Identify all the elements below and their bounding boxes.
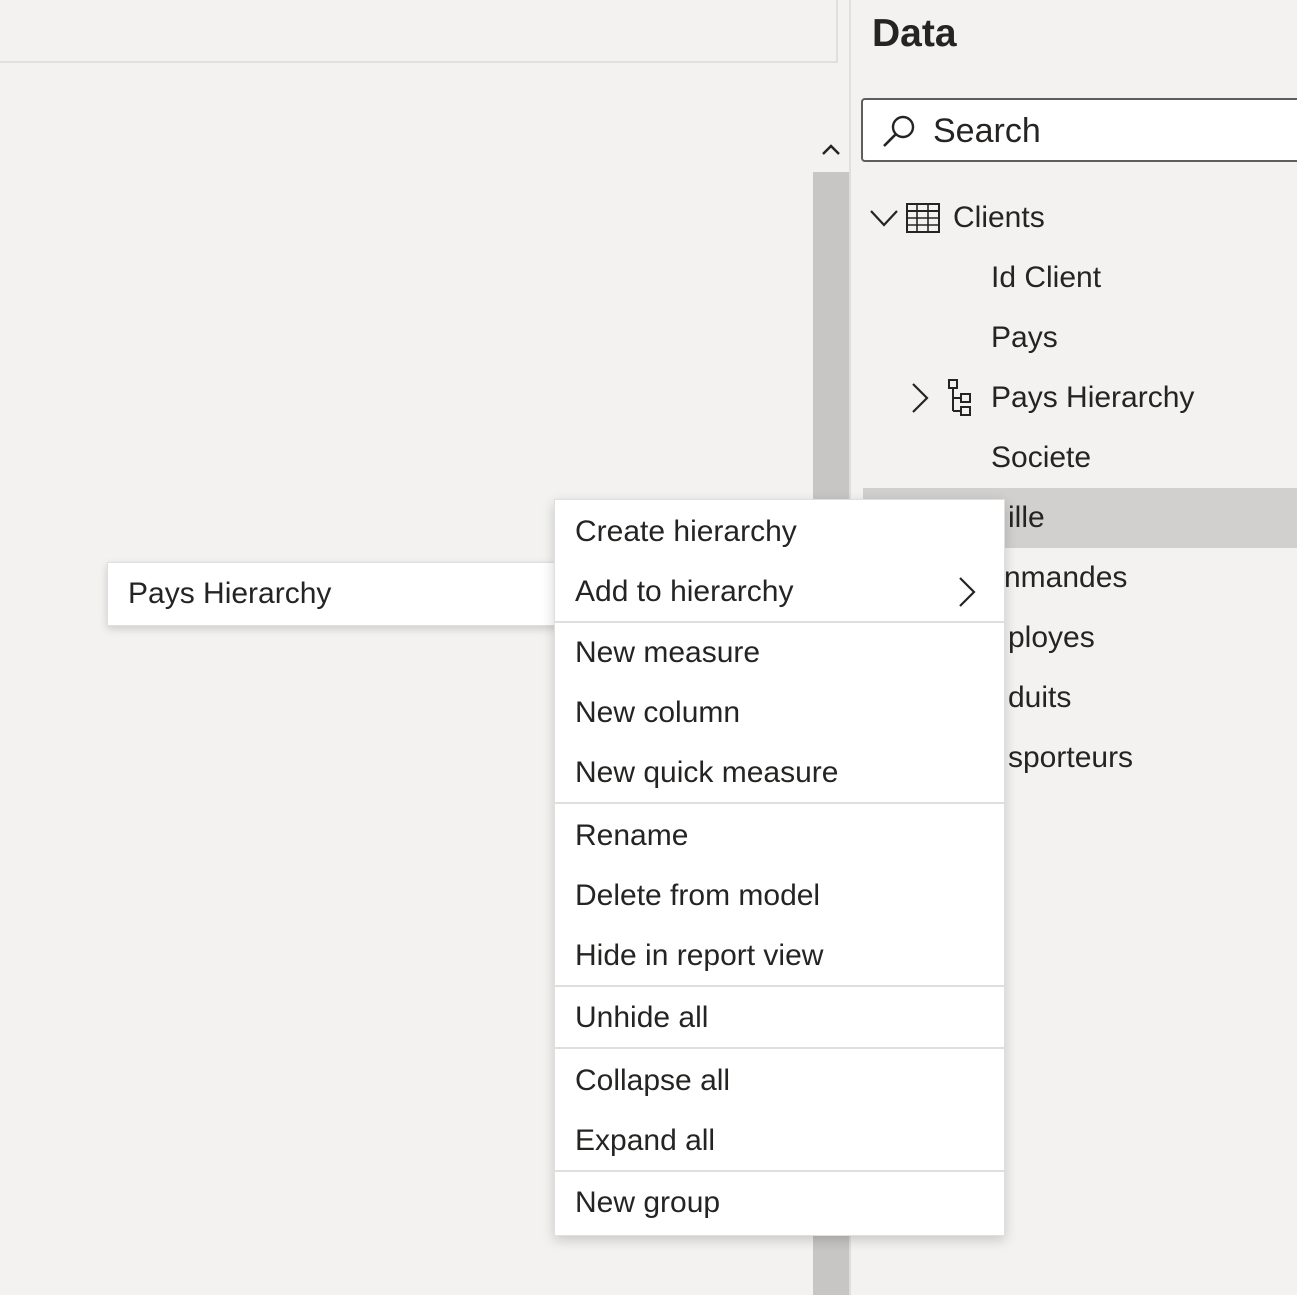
- submenu-item-pays-hierarchy[interactable]: Pays Hierarchy: [128, 563, 331, 625]
- menu-item-delete-from-model[interactable]: Delete from model: [555, 866, 1004, 926]
- tree-field-label: Pays Hierarchy: [991, 381, 1195, 414]
- chevron-down-icon[interactable]: [869, 188, 899, 248]
- menu-item-label: Unhide all: [575, 1001, 709, 1034]
- menu-item-hide-in-report-view[interactable]: Hide in report view: [555, 926, 1004, 986]
- hierarchy-icon: [948, 368, 972, 428]
- menu-item-label: Expand all: [575, 1124, 716, 1157]
- menu-item-create-hierarchy[interactable]: Create hierarchy: [555, 502, 1004, 562]
- menu-item-label: Collapse all: [575, 1064, 731, 1097]
- tree-table-label: ployes: [1008, 621, 1095, 654]
- menu-item-label: New quick measure: [575, 756, 839, 789]
- menu-item-expand-all[interactable]: Expand all: [555, 1111, 1004, 1171]
- tree-field-societe[interactable]: Societe: [863, 428, 1297, 488]
- tree-field-pays[interactable]: Pays: [863, 308, 1297, 368]
- menu-item-new-measure[interactable]: New measure: [555, 623, 1004, 683]
- pane-title: Data: [872, 12, 957, 55]
- tree-table-label: nmandes: [1004, 561, 1128, 594]
- tree-field-label: Societe: [991, 441, 1092, 474]
- menu-item-label: Create hierarchy: [575, 515, 797, 548]
- chevron-right-icon[interactable]: [911, 368, 929, 428]
- menu-item-collapse-all[interactable]: Collapse all: [555, 1051, 1004, 1111]
- menu-item-label: New column: [575, 696, 741, 729]
- menu-item-new-column[interactable]: New column: [555, 683, 1004, 743]
- menu-item-unhide-all[interactable]: Unhide all: [555, 988, 1004, 1048]
- tree-field-pays-hierarchy[interactable]: Pays Hierarchy: [863, 368, 1297, 428]
- menu-separator: [555, 1170, 1004, 1172]
- tree-table-label: Clients: [953, 201, 1045, 234]
- search-input[interactable]: [933, 108, 1293, 154]
- report-canvas-header: [0, 0, 838, 63]
- table-icon: [906, 188, 940, 248]
- add-to-hierarchy-submenu: Pays Hierarchy: [107, 562, 557, 626]
- tree-field-label: Id Client: [991, 261, 1102, 294]
- menu-item-label: Add to hierarchy: [575, 575, 794, 608]
- tree-table-label: duits: [1008, 681, 1072, 714]
- menu-item-label: New measure: [575, 636, 761, 669]
- menu-separator: [555, 802, 1004, 804]
- menu-item-label: New group: [575, 1186, 721, 1219]
- scroll-up-arrow-icon[interactable]: [813, 130, 849, 170]
- tree-table-label: sporteurs: [1008, 741, 1134, 774]
- search-box[interactable]: [861, 98, 1297, 162]
- menu-item-new-group[interactable]: New group: [555, 1173, 1004, 1233]
- menu-item-label: Delete from model: [575, 879, 821, 912]
- menu-separator: [555, 1047, 1004, 1049]
- tree-field-label: Pays: [991, 321, 1058, 354]
- menu-separator: [555, 985, 1004, 987]
- menu-item-label: Hide in report view: [575, 939, 824, 972]
- chevron-right-icon: [958, 562, 976, 622]
- menu-item-rename[interactable]: Rename: [555, 806, 1004, 866]
- tree-field-label: ille: [1008, 501, 1045, 534]
- menu-item-label: Rename: [575, 819, 689, 852]
- tree-table-clients[interactable]: Clients: [863, 188, 1297, 248]
- tree-field-id-client[interactable]: Id Client: [863, 248, 1297, 308]
- search-icon: [879, 112, 919, 157]
- menu-item-new-quick-measure[interactable]: New quick measure: [555, 743, 1004, 803]
- context-menu: Create hierarchy Add to hierarchy New me…: [554, 499, 1005, 1236]
- menu-item-add-to-hierarchy[interactable]: Add to hierarchy: [555, 562, 1004, 622]
